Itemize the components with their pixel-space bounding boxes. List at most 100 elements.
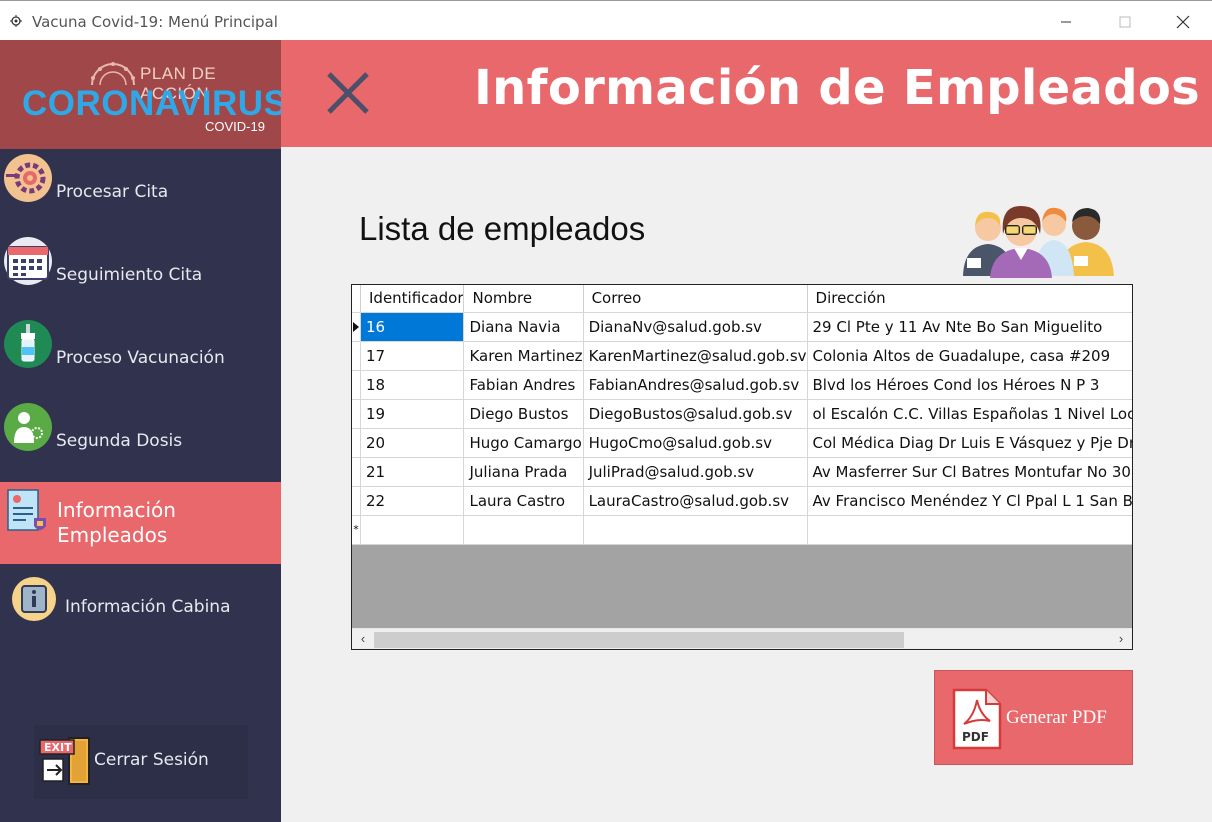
column-header-direccion[interactable]: Dirección: [807, 285, 1132, 313]
sidebar-item-label: Información Cabina: [65, 597, 231, 617]
scrollbar-thumb[interactable]: [374, 632, 904, 648]
row-selector[interactable]: [352, 370, 361, 400]
window-title: Vacuna Covid-19: Menú Principal: [32, 13, 278, 31]
table-row[interactable]: 16 Diana Navia DianaNv@salud.gob.sv 29 C…: [352, 312, 1132, 342]
people-group-icon: [963, 206, 1114, 278]
cell-direccion[interactable]: Col Médica Diag Dr Luis E Vásquez y Pje …: [807, 428, 1132, 458]
cell-nombre[interactable]: Hugo Camargo: [463, 428, 584, 458]
page-title: Información de Empleados: [474, 60, 1201, 116]
logo: PLAN DE ACCIÓN CORONAVIRUS COVID-19: [0, 40, 287, 149]
table-row[interactable]: 22 Laura Castro LauraCastro@salud.gob.sv…: [352, 486, 1132, 516]
cell-correo[interactable]: FabianAndres@salud.gob.sv: [583, 370, 808, 400]
gear-icon: [4, 154, 52, 202]
vaccine-icon: [4, 320, 52, 368]
generate-pdf-label: Generar PDF: [1006, 707, 1107, 728]
scroll-right-arrow-icon[interactable]: ›: [1112, 630, 1130, 648]
row-selector[interactable]: [352, 341, 361, 371]
new-table-row[interactable]: *: [352, 515, 1132, 545]
cell-correo[interactable]: DiegoBustos@salud.gob.sv: [583, 399, 808, 429]
horizontal-scrollbar[interactable]: ‹ ›: [352, 628, 1132, 649]
cell-id[interactable]: 16: [360, 312, 465, 342]
cell-correo[interactable]: DianaNv@salud.gob.sv: [583, 312, 808, 342]
pdf-icon-text: PDF: [962, 730, 989, 744]
cell-id[interactable]: 20: [360, 428, 465, 458]
doctor-icon: [4, 403, 52, 451]
employees-grid[interactable]: Identificador Nombre Correo Dirección 16…: [351, 284, 1133, 650]
pdf-icon: PDF: [952, 688, 1002, 750]
cell-nombre[interactable]: [463, 515, 584, 545]
table-row[interactable]: 19 Diego Bustos DiegoBustos@salud.gob.sv…: [352, 399, 1132, 429]
table-row[interactable]: 17 Karen Martinez KarenMartinez@salud.go…: [352, 341, 1132, 371]
sidebar-item-label: Segunda Dosis: [56, 431, 183, 451]
cell-correo[interactable]: HugoCmo@salud.gob.sv: [583, 428, 808, 458]
cell-direccion[interactable]: Colonia Altos de Guadalupe, casa #209: [807, 341, 1132, 371]
cell-nombre[interactable]: Diego Bustos: [463, 399, 584, 429]
cell-correo[interactable]: [583, 515, 808, 545]
row-selector-current[interactable]: [352, 312, 361, 342]
cell-id[interactable]: 17: [360, 341, 465, 371]
sidebar-item-label: Proceso Vacunación: [56, 348, 225, 368]
column-header-correo[interactable]: Correo: [583, 285, 808, 313]
cell-direccion[interactable]: Av Francisco Menéndez Y Cl Ppal L 1 San …: [807, 486, 1132, 516]
cell-id[interactable]: 19: [360, 399, 465, 429]
logout-button[interactable]: EXIT Cerrar Sesión: [34, 725, 248, 799]
info-icon: [12, 577, 56, 621]
cell-nombre[interactable]: Karen Martinez: [463, 341, 584, 371]
sidebar-item-segunda-dosis[interactable]: Segunda Dosis: [0, 399, 281, 481]
logout-label: Cerrar Sesión: [94, 750, 209, 770]
virus-icon: [91, 62, 135, 86]
sidebar-item-label-line2: Empleados: [57, 523, 168, 547]
cell-correo[interactable]: LauraCastro@salud.gob.sv: [583, 486, 808, 516]
generate-pdf-button[interactable]: PDF Generar PDF: [934, 670, 1133, 765]
sidebar: PLAN DE ACCIÓN CORONAVIRUS COVID-19 Proc…: [0, 40, 287, 822]
row-selector[interactable]: [352, 457, 361, 487]
row-header-corner: [352, 285, 361, 313]
cell-nombre[interactable]: Laura Castro: [463, 486, 584, 516]
sidebar-item-procesar-cita[interactable]: Procesar Cita: [0, 150, 281, 232]
page-header: Información de Empleados: [281, 40, 1212, 147]
minimize-button[interactable]: [1043, 8, 1089, 36]
cell-direccion[interactable]: 29 Cl Pte y 11 Av Nte Bo San Miguelito: [807, 312, 1132, 342]
table-row[interactable]: 18 Fabian Andres FabianAndres@salud.gob.…: [352, 370, 1132, 400]
table-header-row: Identificador Nombre Correo Dirección: [352, 285, 1132, 313]
document-icon: [7, 489, 46, 531]
current-row-arrow-icon: [353, 321, 359, 332]
cell-direccion[interactable]: [807, 515, 1132, 545]
close-icon[interactable]: [325, 70, 371, 116]
logo-title: CORONAVIRUS: [22, 84, 288, 123]
cell-nombre[interactable]: Juliana Prada: [463, 457, 584, 487]
cell-direccion[interactable]: ol Escalón C.C. Villas Españolas 1 Nivel…: [807, 399, 1132, 429]
row-selector[interactable]: [352, 428, 361, 458]
maximize-button[interactable]: [1102, 8, 1148, 36]
maximize-icon: [1119, 16, 1131, 28]
column-header-identificador[interactable]: Identificador: [360, 285, 465, 313]
cell-nombre[interactable]: Diana Navia: [463, 312, 584, 342]
window-close-button[interactable]: [1160, 8, 1206, 36]
cell-id[interactable]: 18: [360, 370, 465, 400]
new-row-marker: *: [352, 515, 361, 545]
app-window: Vacuna Covid-19: Menú Principal PLAN DE …: [0, 0, 1212, 822]
calendar-icon: [4, 237, 52, 285]
cell-id[interactable]: 21: [360, 457, 465, 487]
table-row[interactable]: 21 Juliana Prada JuliPrad@salud.gob.sv A…: [352, 457, 1132, 487]
column-header-nombre[interactable]: Nombre: [463, 285, 584, 313]
cell-direccion[interactable]: Blvd los Héroes Cond los Héroes N P 3: [807, 370, 1132, 400]
minimize-icon: [1061, 21, 1071, 23]
cell-correo[interactable]: JuliPrad@salud.gob.sv: [583, 457, 808, 487]
cell-nombre[interactable]: Fabian Andres: [463, 370, 584, 400]
cell-id[interactable]: 22: [360, 486, 465, 516]
exit-icon: EXIT: [39, 737, 90, 785]
sidebar-item-proceso-vacunacion[interactable]: Proceso Vacunación: [0, 316, 281, 398]
sidebar-item-seguimiento-cita[interactable]: Seguimiento Cita: [0, 233, 281, 315]
sidebar-item-informacion-cabina[interactable]: Información Cabina: [0, 565, 281, 647]
sidebar-item-label: Seguimiento Cita: [56, 265, 203, 285]
sidebar-item-informacion-empleados[interactable]: Información Empleados: [0, 482, 281, 564]
cell-correo[interactable]: KarenMartinez@salud.gob.sv: [583, 341, 808, 371]
sidebar-item-label-line1: Información: [57, 498, 176, 522]
cell-direccion[interactable]: Av Masferrer Sur Cl Batres Montufar No 3…: [807, 457, 1132, 487]
table-row[interactable]: 20 Hugo Camargo HugoCmo@salud.gob.sv Col…: [352, 428, 1132, 458]
cell-id[interactable]: [360, 515, 465, 545]
row-selector[interactable]: [352, 399, 361, 429]
row-selector[interactable]: [352, 486, 361, 516]
scroll-left-arrow-icon[interactable]: ‹: [354, 630, 372, 648]
